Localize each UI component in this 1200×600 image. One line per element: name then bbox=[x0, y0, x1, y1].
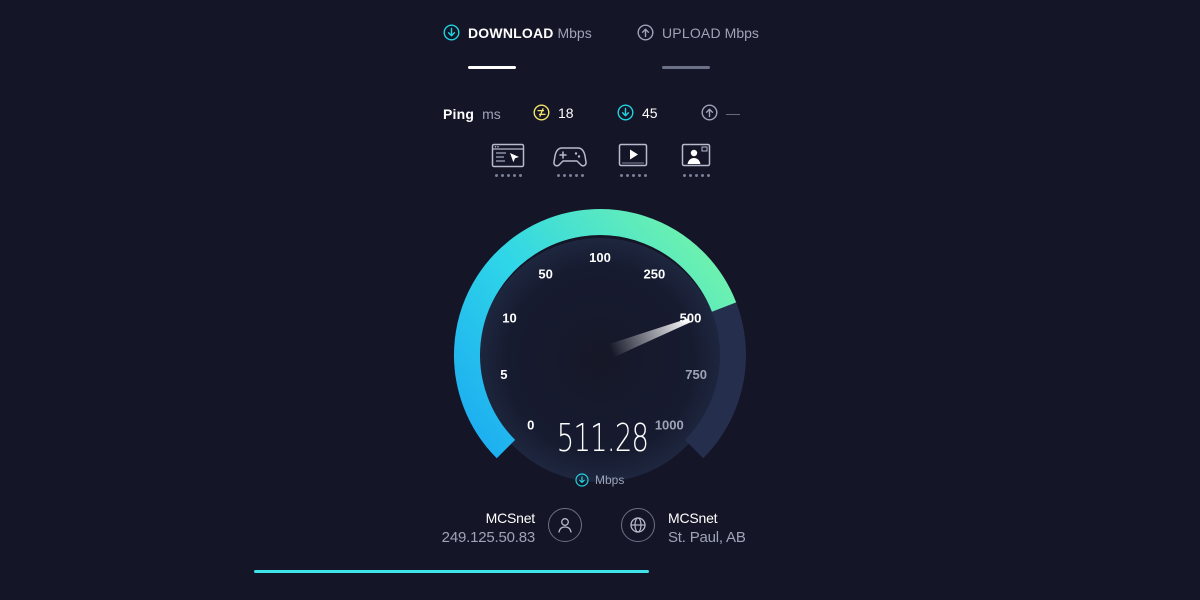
gauge-tick-label: 0 bbox=[527, 417, 534, 432]
server-name: MCSnet bbox=[668, 510, 718, 526]
speed-download-arrow-icon bbox=[575, 473, 589, 487]
gauge-tick-label: 10 bbox=[502, 311, 516, 326]
gauge-tick-label: 750 bbox=[685, 367, 707, 382]
gauge-tick-label: 250 bbox=[644, 267, 666, 282]
server-location: St. Paul, AB bbox=[668, 529, 746, 546]
gauge-tick-label: 5 bbox=[500, 367, 507, 382]
gauge-tick-label: 100 bbox=[589, 250, 611, 265]
isp-ip: 249.125.50.83 bbox=[441, 529, 536, 546]
speed-unit: Mbps bbox=[595, 473, 625, 487]
server-info: MCSnet St. Paul, AB bbox=[668, 510, 746, 546]
speed-value: 511.28 bbox=[556, 416, 649, 460]
globe-icon[interactable] bbox=[621, 508, 655, 542]
isp-info: MCSnet 249.125.50.83 bbox=[441, 510, 536, 546]
gauge-tick-label: 1000 bbox=[655, 417, 684, 432]
gauge-tick-label: 50 bbox=[538, 267, 552, 282]
speed-unit-group: Mbps bbox=[575, 473, 624, 487]
speed-gauge: 0 5 10 50 100 250 500 750 1000 bbox=[454, 209, 746, 482]
user-icon[interactable] bbox=[548, 508, 582, 542]
isp-name: MCSnet bbox=[485, 510, 536, 526]
test-progress-bar bbox=[254, 570, 649, 573]
gauge-tick-label: 500 bbox=[680, 311, 702, 326]
test-progress-fill bbox=[254, 570, 649, 573]
